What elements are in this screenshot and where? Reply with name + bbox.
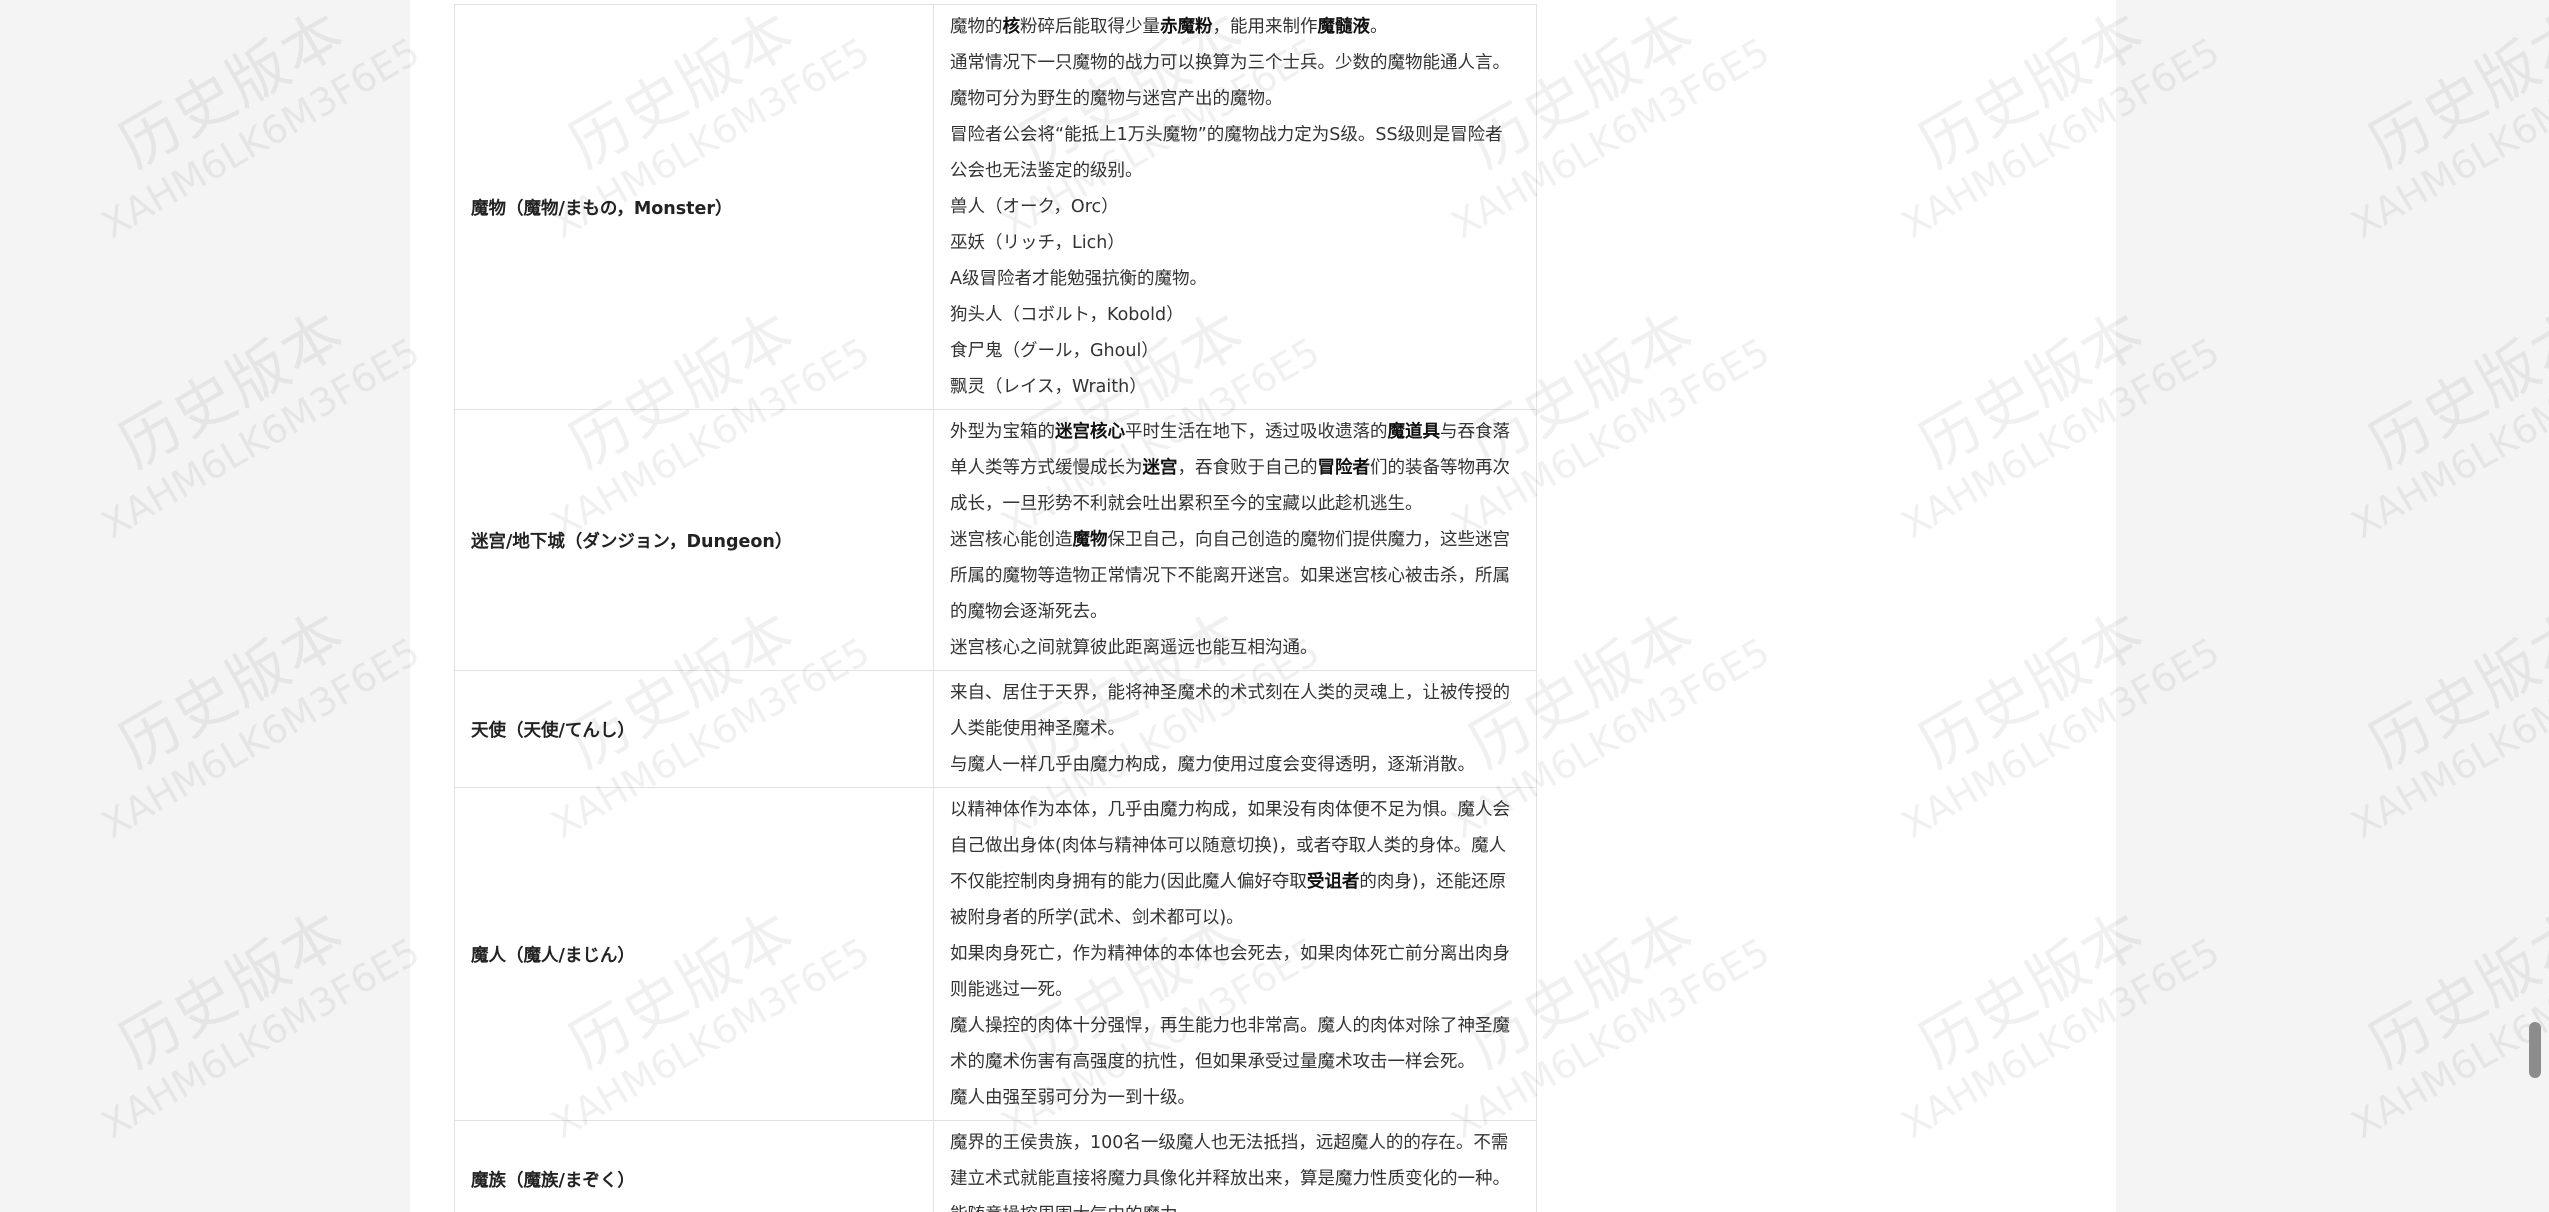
text-segment: 迷宫核心之间就算彼此距离遥远也能互相沟通。 xyxy=(950,638,1318,658)
description-paragraph: 迷宫核心能创造魔物保卫自己，向自己创造的魔物们提供魔力，这些迷宫所属的魔物等造物… xyxy=(950,522,1520,630)
watermark-line1: 历史版本 xyxy=(2357,0,2549,183)
description-cell: 来自、居住于天界，能将神圣魔术的术式刻在人类的灵魂上，让被传授的人类能使用神圣魔… xyxy=(933,670,1537,788)
text-segment: 。 xyxy=(1370,17,1388,37)
description-paragraph: 冒险者公会将“能抵上1万头魔物”的魔物战力定为S级。SS级则是冒险者公会也无法鉴… xyxy=(950,117,1520,189)
bold-term: 受诅者 xyxy=(1306,872,1360,892)
description-paragraph: A级冒险者才能勉强抗衡的魔物。 xyxy=(950,261,1520,297)
scrollbar-thumb[interactable] xyxy=(2529,1022,2541,1078)
watermark: 历史版本XAHM6LK6M3F6E5 xyxy=(60,570,427,847)
text-segment: 与魔人一样几乎由魔力构成，魔力使用过度会变得透明，逐渐消散。 xyxy=(950,755,1475,775)
description-paragraph: 外型为宝箱的迷宫核心平时生活在地下，透过吸收遗落的魔道具与吞食落单人类等方式缓慢… xyxy=(950,414,1520,522)
description-paragraph: 来自、居住于天界，能将神圣魔术的术式刻在人类的灵魂上，让被传授的人类能使用神圣魔… xyxy=(950,675,1520,747)
text-segment: 冒险者公会将“能抵上1万头魔物”的魔物战力定为S级。SS级则是冒险者公会也无法鉴… xyxy=(950,125,1503,181)
description-cell: 外型为宝箱的迷宫核心平时生活在地下，透过吸收遗落的魔道具与吞食落单人类等方式缓慢… xyxy=(933,409,1537,671)
text-segment: 食尸鬼（グール，Ghoul） xyxy=(950,341,1159,361)
watermark-line1: 历史版本 xyxy=(2357,597,2549,783)
table-row: 魔族（魔族/まぞく） 魔界的王侯贵族，100名一级魔人也无法抵挡，远超魔人的的存在… xyxy=(454,1120,1537,1212)
description-paragraph: 魔人操控的肉体十分强悍，再生能力也非常高。魔人的肉体对除了神圣魔术的魔术伤害有高… xyxy=(950,1008,1520,1080)
description-paragraph: 兽人（オーク，Orc） xyxy=(950,189,1520,225)
watermark-line1: 历史版本 xyxy=(2357,297,2549,483)
term-cell: 魔族（魔族/まぞく） xyxy=(454,1120,934,1212)
bold-term: 迷宫核心 xyxy=(1055,422,1125,442)
watermark: 历史版本XAHM6LK6M3F6E5 xyxy=(60,0,427,248)
description-paragraph: 魔物可分为野生的魔物与迷宫产出的魔物。 xyxy=(950,81,1520,117)
description-paragraph: 飘灵（レイス，Wraith） xyxy=(950,369,1520,405)
description-paragraph: 巫妖（リッチ，Lich） xyxy=(950,225,1520,261)
watermark: 历史版本XAHM6LK6M3F6E5 xyxy=(2310,870,2549,1147)
term-cell: 魔物（魔物/まもの，Monster） xyxy=(454,4,934,410)
bold-term: 赤魔粉 xyxy=(1160,17,1213,37)
text-segment: 魔物的 xyxy=(950,17,1003,37)
description-paragraph: 迷宫核心之间就算彼此距离遥远也能互相沟通。 xyxy=(950,630,1520,666)
text-segment: 巫妖（リッチ，Lich） xyxy=(950,233,1125,253)
description-paragraph: 以精神体作为本体，几乎由魔力构成，如果没有肉体便不足为惧。魔人会自己做出身体(肉… xyxy=(950,792,1520,936)
watermark-line2: XAHM6LK6M3F6E5 xyxy=(2344,929,2549,1147)
text-segment: 狗头人（コボルト，Kobold） xyxy=(950,305,1184,325)
text-segment: 兽人（オーク，Orc） xyxy=(950,197,1119,217)
description-cell: 魔界的王侯贵族，100名一级魔人也无法抵挡，远超魔人的的存在。不需建立术式就能直… xyxy=(933,1120,1537,1212)
description-paragraph: 如果肉身死亡，作为精神体的本体也会死去，如果肉体死亡前分离出肉身则能逃过一死。 xyxy=(950,936,1520,1008)
text-segment: 迷宫核心能创造 xyxy=(950,530,1073,550)
text-segment: 魔人操控的肉体十分强悍，再生能力也非常高。魔人的肉体对除了神圣魔术的魔术伤害有高… xyxy=(950,1016,1510,1072)
text-segment: ，吞食败于自己的 xyxy=(1177,458,1318,478)
watermark: 历史版本XAHM6LK6M3F6E5 xyxy=(2310,0,2549,248)
text-segment: 外型为宝箱的 xyxy=(950,422,1055,442)
watermark-line2: XAHM6LK6M3F6E5 xyxy=(94,29,427,247)
description-cell: 魔物的核粉碎后能取得少量赤魔粉，能用来制作魔髓液。通常情况下一只魔物的战力可以换… xyxy=(933,4,1537,410)
watermark-line2: XAHM6LK6M3F6E5 xyxy=(94,329,427,547)
watermark-line2: XAHM6LK6M3F6E5 xyxy=(2344,629,2549,847)
description-paragraph: 通常情况下一只魔物的战力可以换算为三个士兵。少数的魔物能通人言。 xyxy=(950,45,1520,81)
watermark-line1: 历史版本 xyxy=(107,0,358,183)
table-row: 魔人（魔人/まじん） 以精神体作为本体，几乎由魔力构成，如果没有肉体便不足为惧。魔… xyxy=(454,787,1537,1121)
bold-term: 魔髓液 xyxy=(1317,17,1371,37)
watermark: 历史版本XAHM6LK6M3F6E5 xyxy=(2310,270,2549,547)
bold-term: 冒险者 xyxy=(1317,458,1371,478)
content-page: 魔物（魔物/まもの，Monster） 魔物的核粉碎后能取得少量赤魔粉，能用来制作魔… xyxy=(410,0,2116,1212)
table-row: 迷宫/地下城（ダンジョン，Dungeon） 外型为宝箱的迷宫核心平时生活在地下，透… xyxy=(454,409,1537,671)
text-segment: 魔界的王侯贵族，100名一级魔人也无法抵挡，远超魔人的的存在。不需建立术式就能直… xyxy=(950,1133,1510,1212)
term-cell: 迷宫/地下城（ダンジョン，Dungeon） xyxy=(454,409,934,671)
text-segment: A级冒险者才能勉强抗衡的魔物。 xyxy=(950,269,1207,289)
watermark: 历史版本XAHM6LK6M3F6E5 xyxy=(60,270,427,547)
text-segment: 通常情况下一只魔物的战力可以换算为三个士兵。少数的魔物能通人言。 xyxy=(950,53,1510,73)
glossary-table: 魔物（魔物/まもの，Monster） 魔物的核粉碎后能取得少量赤魔粉，能用来制作魔… xyxy=(454,4,1537,1212)
text-segment: 魔物可分为野生的魔物与迷宫产出的魔物。 xyxy=(950,89,1283,109)
text-segment: 来自、居住于天界，能将神圣魔术的术式刻在人类的灵魂上，让被传授的人类能使用神圣魔… xyxy=(950,683,1510,739)
description-paragraph: 魔人由强至弱可分为一到十级。 xyxy=(950,1080,1520,1116)
table-row: 天使（天使/てんし） 来自、居住于天界，能将神圣魔术的术式刻在人类的灵魂上，让被传… xyxy=(454,670,1537,788)
description-cell: 以精神体作为本体，几乎由魔力构成，如果没有肉体便不足为惧。魔人会自己做出身体(肉… xyxy=(933,787,1537,1121)
watermark-line1: 历史版本 xyxy=(107,897,358,1083)
watermark-line2: XAHM6LK6M3F6E5 xyxy=(2344,329,2549,547)
watermark-line1: 历史版本 xyxy=(107,297,358,483)
text-segment: 飘灵（レイス，Wraith） xyxy=(950,377,1147,397)
description-paragraph: 食尸鬼（グール，Ghoul） xyxy=(950,333,1520,369)
description-paragraph: 魔物的核粉碎后能取得少量赤魔粉，能用来制作魔髓液。 xyxy=(950,9,1520,45)
description-paragraph: 魔界的王侯贵族，100名一级魔人也无法抵挡，远超魔人的的存在。不需建立术式就能直… xyxy=(950,1125,1520,1212)
watermark: 历史版本XAHM6LK6M3F6E5 xyxy=(60,870,427,1147)
bold-term: 魔道具 xyxy=(1387,422,1441,442)
watermark-line1: 历史版本 xyxy=(107,597,358,783)
text-segment: 如果肉身死亡，作为精神体的本体也会死去，如果肉体死亡前分离出肉身则能逃过一死。 xyxy=(950,944,1510,1000)
text-segment: 魔人由强至弱可分为一到十级。 xyxy=(950,1088,1195,1108)
watermark-line1: 历史版本 xyxy=(2357,897,2549,1083)
term-cell: 魔人（魔人/まじん） xyxy=(454,787,934,1121)
bold-term: 核 xyxy=(1002,17,1021,37)
table-row: 魔物（魔物/まもの，Monster） 魔物的核粉碎后能取得少量赤魔粉，能用来制作魔… xyxy=(454,4,1537,410)
term-cell: 天使（天使/てんし） xyxy=(454,670,934,788)
description-paragraph: 与魔人一样几乎由魔力构成，魔力使用过度会变得透明，逐渐消散。 xyxy=(950,747,1520,783)
watermark: 历史版本XAHM6LK6M3F6E5 xyxy=(2310,570,2549,847)
watermark-line2: XAHM6LK6M3F6E5 xyxy=(94,929,427,1147)
description-paragraph: 狗头人（コボルト，Kobold） xyxy=(950,297,1520,333)
watermark-line2: XAHM6LK6M3F6E5 xyxy=(94,629,427,847)
text-segment: 平时生活在地下，透过吸收遗落的 xyxy=(1125,422,1388,442)
bold-term: 魔物 xyxy=(1072,530,1108,550)
bold-term: 迷宫 xyxy=(1142,458,1178,478)
text-segment: 粉碎后能取得少量 xyxy=(1020,17,1160,37)
text-segment: ，能用来制作 xyxy=(1212,17,1318,37)
watermark-line2: XAHM6LK6M3F6E5 xyxy=(2344,29,2549,247)
